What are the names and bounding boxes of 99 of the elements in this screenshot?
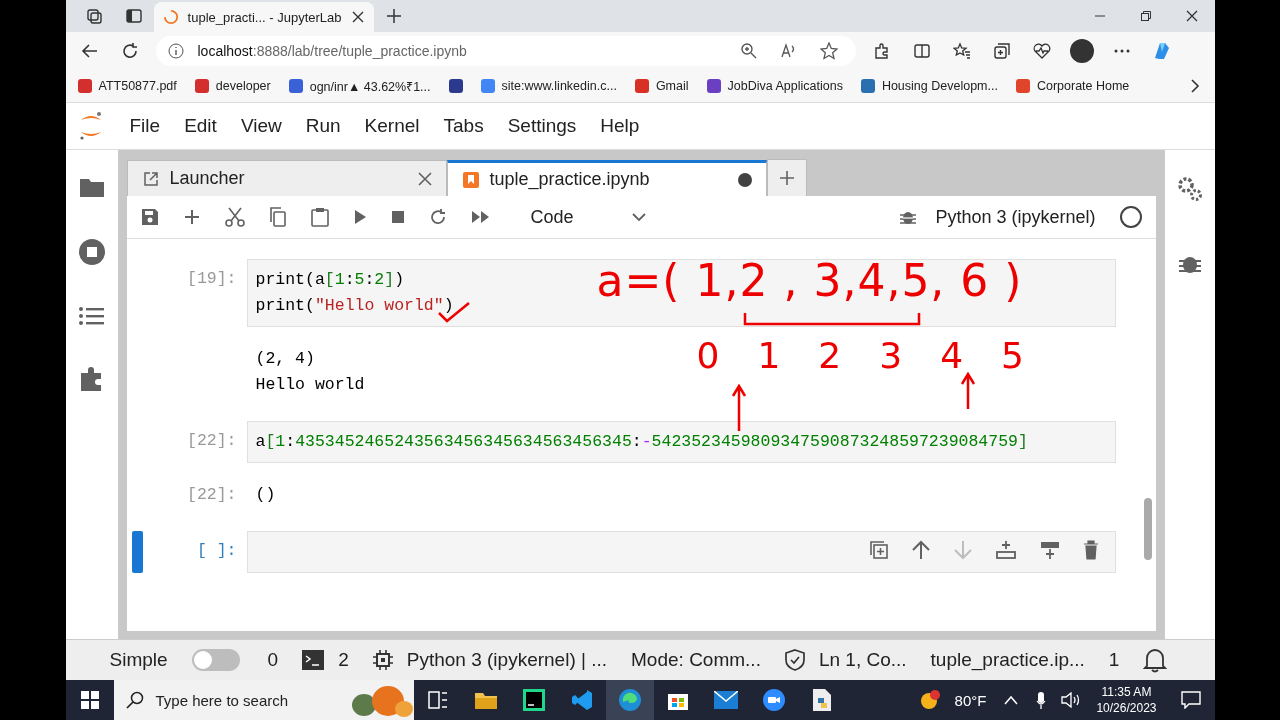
handwritten-index: 2 xyxy=(818,335,842,376)
output-text: (2, 4) xyxy=(255,348,315,370)
favicon-icon xyxy=(480,79,495,93)
loading-icon xyxy=(163,9,178,25)
code-editor[interactable]: a[1:4353452465243563456345634563456345:-5423523459809347590873248597239084759] xyxy=(246,421,1116,463)
cell-prompt: [ ]: xyxy=(195,540,238,562)
duplicate-icon[interactable] xyxy=(868,540,889,560)
search-icon xyxy=(125,691,144,709)
menu-item[interactable]: Settings xyxy=(507,115,577,137)
favicon-icon xyxy=(1015,79,1030,93)
menu-item[interactable]: File xyxy=(129,115,161,137)
menu-item[interactable]: View xyxy=(240,115,282,137)
browser-tab[interactable]: tuple_practi... - JupyterLab xyxy=(153,2,374,32)
scissors-icon[interactable] xyxy=(224,207,245,227)
arrow-up-icon[interactable] xyxy=(910,540,931,560)
cell-prompt: [22]: xyxy=(186,484,238,506)
folder-icon[interactable] xyxy=(78,176,105,198)
kernel-count: 2 xyxy=(338,649,349,671)
bookmark[interactable]: Housing Developm... xyxy=(860,79,998,93)
unsaved-dot-icon[interactable] xyxy=(737,172,752,187)
bookmark[interactable]: JobDiva Applications xyxy=(706,79,843,93)
restart-icon[interactable] xyxy=(428,208,447,226)
favicon-icon xyxy=(194,79,209,93)
kernel-name[interactable]: Python 3 (ipykernel) xyxy=(935,206,1096,228)
mode-label: Simple xyxy=(109,649,168,671)
bookmark[interactable]: site:www.linkedin.c... xyxy=(480,79,617,93)
shield-check-icon[interactable] xyxy=(784,649,805,671)
save-icon[interactable] xyxy=(140,208,159,226)
cell-prompt: [22]: xyxy=(186,430,238,452)
star-icon[interactable] xyxy=(819,42,838,60)
favicon-icon xyxy=(448,79,463,93)
bookmark[interactable]: ogn/inr▲ 43.62%₹1... xyxy=(288,77,431,95)
terminal-count: 0 xyxy=(267,649,279,671)
add-tab-icon[interactable] xyxy=(766,159,807,196)
trash-icon[interactable] xyxy=(1082,540,1099,560)
cell-prompt: [19]: xyxy=(186,268,238,290)
clock[interactable]: 11:35 AM 10/26/2023 xyxy=(1086,684,1167,716)
cursor-position[interactable]: Ln 1, Co... xyxy=(818,649,907,671)
menu-item[interactable]: Help xyxy=(600,115,640,137)
arrow-drawing xyxy=(959,372,976,410)
favicon-icon xyxy=(288,79,303,93)
external-link-icon xyxy=(141,169,160,188)
address-bar[interactable]: localhost:8888/lab/tree/tuple_practice.ipynb xyxy=(155,36,856,66)
favicon-icon xyxy=(634,79,649,93)
chevron-down-icon xyxy=(631,212,646,222)
bookmark[interactable]: ATT50877.pdf xyxy=(77,79,177,93)
taskbar-search-field[interactable]: Type here to search xyxy=(113,680,414,720)
play-icon[interactable] xyxy=(352,209,367,225)
document-tab[interactable]: Launcher xyxy=(126,160,447,196)
terminal-icon[interactable] xyxy=(302,650,325,670)
favicon-icon xyxy=(860,79,875,93)
menu-item[interactable]: Kernel xyxy=(364,115,420,137)
output-text: Hello world xyxy=(255,374,365,396)
stop-circle-icon[interactable] xyxy=(77,238,106,266)
simple-mode-toggle[interactable] xyxy=(191,649,240,671)
stop-icon[interactable] xyxy=(390,210,405,224)
avatar[interactable] xyxy=(1069,39,1094,63)
add-icon[interactable] xyxy=(182,208,201,226)
file-name: tuple_practice.ip... xyxy=(930,649,1085,671)
copy-icon[interactable] xyxy=(268,207,287,227)
menu-item[interactable]: Run xyxy=(305,115,341,137)
scrollbar-thumb[interactable] xyxy=(1143,498,1152,560)
cell-type-dropdown[interactable]: Code xyxy=(530,206,646,228)
notebook-icon xyxy=(461,170,480,189)
handwritten-index: 5 xyxy=(1001,335,1024,376)
kernel-status[interactable]: Python 3 (ipykernel) | ... xyxy=(406,649,608,671)
arrow-drawing xyxy=(730,384,747,432)
kernel-status-icon xyxy=(1119,206,1142,228)
gears-icon[interactable] xyxy=(1176,176,1203,202)
handwritten-index: 4 xyxy=(940,335,964,376)
close-icon[interactable] xyxy=(417,171,432,186)
insert-below-icon[interactable] xyxy=(1038,540,1061,560)
bookmark[interactable] xyxy=(448,79,463,93)
mode-status: Mode: Comm... xyxy=(631,649,761,671)
bell-icon[interactable] xyxy=(1143,647,1168,673)
fast-forward-icon[interactable] xyxy=(470,210,491,224)
url-text: localhost:8888/lab/tree/tuple_practice.ipynb xyxy=(197,43,467,59)
notification-count: 1 xyxy=(1108,649,1120,671)
clipboard-icon[interactable] xyxy=(310,207,329,227)
output-text: () xyxy=(255,484,276,506)
close-icon[interactable] xyxy=(351,11,364,23)
handwritten-index: 0 xyxy=(696,335,720,376)
bookmark[interactable]: developer xyxy=(194,79,271,93)
menu-item[interactable]: Edit xyxy=(184,115,217,137)
zoom-icon[interactable] xyxy=(739,42,758,60)
handwritten-index: 1 xyxy=(757,335,781,376)
menu-item[interactable]: Tabs xyxy=(443,115,484,137)
insert-above-icon[interactable] xyxy=(994,540,1017,560)
cpu-icon[interactable] xyxy=(372,650,393,670)
list-icon[interactable] xyxy=(78,306,105,326)
temperature[interactable]: 80°F xyxy=(954,691,987,709)
bookmark[interactable]: Gmail xyxy=(634,79,689,93)
document-tab[interactable]: tuple_practice.ipynb xyxy=(446,160,767,196)
bookmark[interactable]: Corporate Home xyxy=(1015,79,1130,93)
favicon-icon xyxy=(77,79,92,93)
edge-icon[interactable] xyxy=(605,680,654,720)
favicon-icon xyxy=(706,79,721,93)
handwritten-index: 3 xyxy=(879,335,903,376)
info-icon xyxy=(167,43,184,59)
